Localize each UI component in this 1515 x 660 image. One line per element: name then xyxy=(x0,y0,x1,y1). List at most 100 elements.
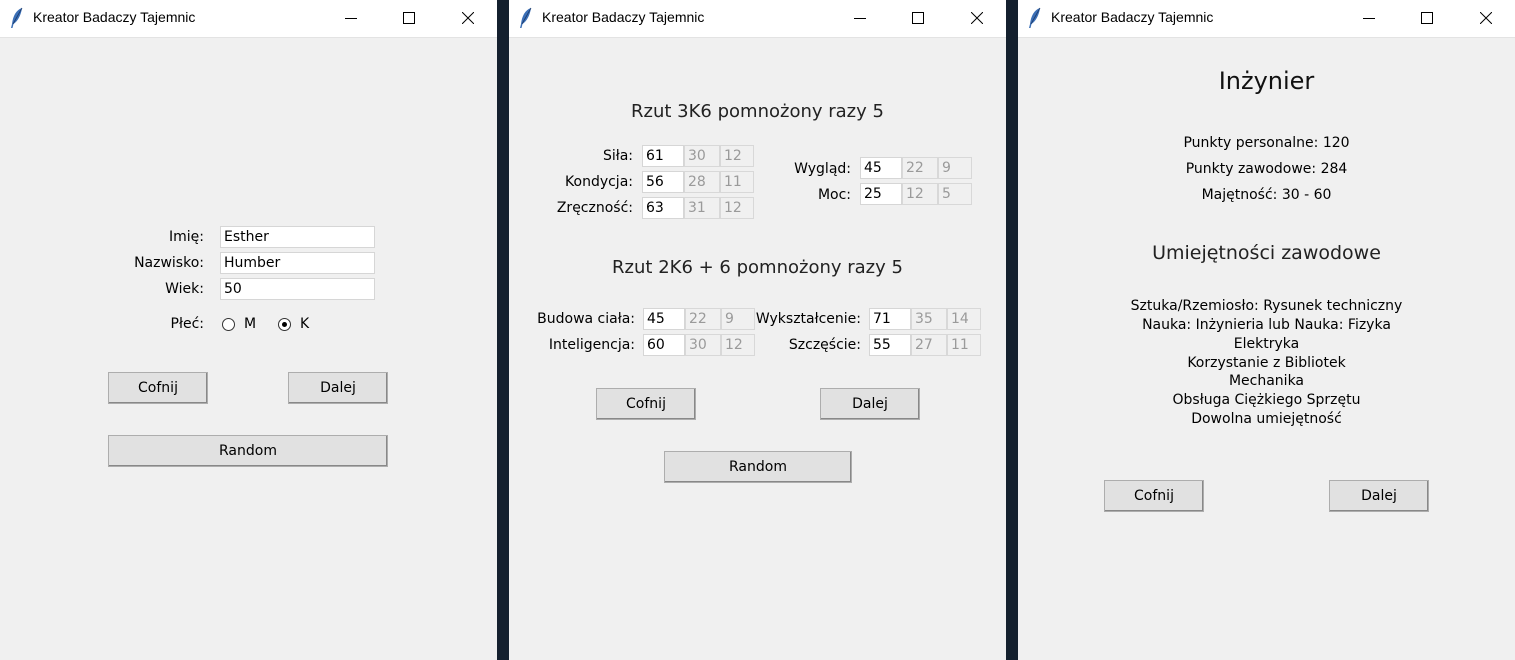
radio-selected-dot xyxy=(282,322,287,327)
minimize-button[interactable] xyxy=(1346,0,1392,36)
window-personal-data: Kreator Badaczy Tajemnic Imię: Esther Na… xyxy=(0,0,497,660)
next-button[interactable]: Dalej xyxy=(288,372,388,404)
maximize-icon xyxy=(403,12,415,24)
profession-title: Inżynier xyxy=(1218,67,1315,95)
heading-2k6: Rzut 2K6 + 6 pomnożony razy 5 xyxy=(612,257,903,278)
stat-label: Siła: xyxy=(602,148,633,164)
sex-label: Płeć: xyxy=(170,316,204,332)
skill-item: Obsługa Ciężkiego Sprzętu xyxy=(1172,392,1361,408)
skill-item: Mechanika xyxy=(1228,373,1305,389)
random-button[interactable]: Random xyxy=(664,451,852,483)
maximize-icon xyxy=(1421,12,1433,24)
stat-fifth-field: 9 xyxy=(721,308,755,330)
stat-half-field: 35 xyxy=(911,308,947,330)
stat-half-field: 30 xyxy=(685,334,721,356)
stat-fifth-field: 11 xyxy=(947,334,981,356)
stat-label: Szczęście: xyxy=(788,337,861,353)
feather-icon xyxy=(11,7,23,28)
skills-heading: Umiejętności zawodowe xyxy=(1152,242,1381,264)
stat-label: Inteligencja: xyxy=(548,337,635,353)
close-icon xyxy=(462,12,474,24)
minimize-icon xyxy=(854,18,866,19)
occupation-points: Punkty zawodowe: 284 xyxy=(1185,161,1348,177)
next-button[interactable]: Dalej xyxy=(1329,480,1429,512)
name-field[interactable]: Esther xyxy=(220,226,375,248)
stat-label: Wygląd: xyxy=(794,161,851,177)
stat-fifth-field: 9 xyxy=(938,157,972,179)
heading-3k6: Rzut 3K6 pomnożony razy 5 xyxy=(631,101,884,122)
wealth: Majętność: 30 - 60 xyxy=(1201,187,1332,203)
personal-points: Punkty personalne: 120 xyxy=(1183,135,1350,151)
close-button[interactable] xyxy=(954,0,1000,36)
stat-fifth-field: 11 xyxy=(720,171,754,193)
stat-value-field[interactable]: 45 xyxy=(643,308,685,330)
title-bar[interactable]: Kreator Badaczy Tajemnic xyxy=(0,0,497,38)
window-characteristics: Kreator Badaczy Tajemnic Rzut 3K6 pomnoż… xyxy=(509,0,1006,660)
stat-value-field[interactable]: 56 xyxy=(642,171,684,193)
stat-fifth-field: 12 xyxy=(720,197,754,219)
skill-item: Dowolna umiejętność xyxy=(1191,411,1342,427)
stat-value-field[interactable]: 71 xyxy=(869,308,911,330)
minimize-icon xyxy=(1363,18,1375,19)
stat-half-field: 31 xyxy=(684,197,720,219)
close-button[interactable] xyxy=(445,0,491,36)
stat-value-field[interactable]: 61 xyxy=(642,145,684,167)
stat-half-field: 30 xyxy=(684,145,720,167)
surname-field[interactable]: Humber xyxy=(220,252,375,274)
stat-fifth-field: 12 xyxy=(720,145,754,167)
stat-label: Budowa ciała: xyxy=(537,311,635,327)
feather-icon xyxy=(520,7,532,28)
stat-label: Moc: xyxy=(817,187,851,203)
stat-value-field[interactable]: 55 xyxy=(869,334,911,356)
next-button[interactable]: Dalej xyxy=(820,388,920,420)
stat-half-field: 22 xyxy=(685,308,721,330)
maximize-button[interactable] xyxy=(386,0,432,36)
stat-half-field: 27 xyxy=(911,334,947,356)
feather-icon xyxy=(1029,7,1041,28)
stat-half-field: 22 xyxy=(902,157,938,179)
stat-fifth-field: 5 xyxy=(938,183,972,205)
back-button[interactable]: Cofnij xyxy=(108,372,208,404)
stat-fifth-field: 14 xyxy=(947,308,981,330)
minimize-button[interactable] xyxy=(837,0,883,36)
age-label: Wiek: xyxy=(165,281,204,297)
maximize-icon xyxy=(912,12,924,24)
surname-label: Nazwisko: xyxy=(134,255,204,271)
maximize-button[interactable] xyxy=(1404,0,1450,36)
skill-item: Sztuka/Rzemiosło: Rysunek techniczny xyxy=(1130,298,1403,314)
sex-option-m-label[interactable]: M xyxy=(244,316,256,332)
title-bar[interactable]: Kreator Badaczy Tajemnic xyxy=(509,0,1006,38)
back-button[interactable]: Cofnij xyxy=(1104,480,1204,512)
stat-label: Zręczność: xyxy=(556,200,633,216)
stat-value-field[interactable]: 25 xyxy=(860,183,902,205)
maximize-button[interactable] xyxy=(895,0,941,36)
stat-label: Kondycja: xyxy=(565,174,633,190)
stat-half-field: 12 xyxy=(902,183,938,205)
stat-half-field: 28 xyxy=(684,171,720,193)
random-button[interactable]: Random xyxy=(108,435,388,467)
skill-item: Nauka: Inżynieria lub Nauka: Fizyka xyxy=(1142,317,1391,333)
window-title: Kreator Badaczy Tajemnic xyxy=(33,9,196,25)
sex-radio-k[interactable] xyxy=(278,318,291,331)
sex-radio-m[interactable] xyxy=(222,318,235,331)
sex-option-k-label[interactable]: K xyxy=(300,316,309,332)
minimize-icon xyxy=(345,18,357,19)
close-button[interactable] xyxy=(1463,0,1509,36)
stat-value-field[interactable]: 63 xyxy=(642,197,684,219)
stat-fifth-field: 12 xyxy=(721,334,755,356)
skill-item: Elektryka xyxy=(1233,336,1300,352)
age-field[interactable]: 50 xyxy=(220,278,375,300)
close-icon xyxy=(971,12,983,24)
close-icon xyxy=(1480,12,1492,24)
minimize-button[interactable] xyxy=(328,0,374,36)
window-profession: Kreator Badaczy Tajemnic Inżynier Punkty… xyxy=(1018,0,1515,660)
stat-value-field[interactable]: 60 xyxy=(643,334,685,356)
stat-label: Wykształcenie: xyxy=(755,311,861,327)
name-label: Imię: xyxy=(169,229,204,245)
window-title: Kreator Badaczy Tajemnic xyxy=(1051,9,1214,25)
skill-item: Korzystanie z Bibliotek xyxy=(1187,355,1346,371)
title-bar[interactable]: Kreator Badaczy Tajemnic xyxy=(1018,0,1515,38)
back-button[interactable]: Cofnij xyxy=(596,388,696,420)
window-title: Kreator Badaczy Tajemnic xyxy=(542,9,705,25)
stat-value-field[interactable]: 45 xyxy=(860,157,902,179)
